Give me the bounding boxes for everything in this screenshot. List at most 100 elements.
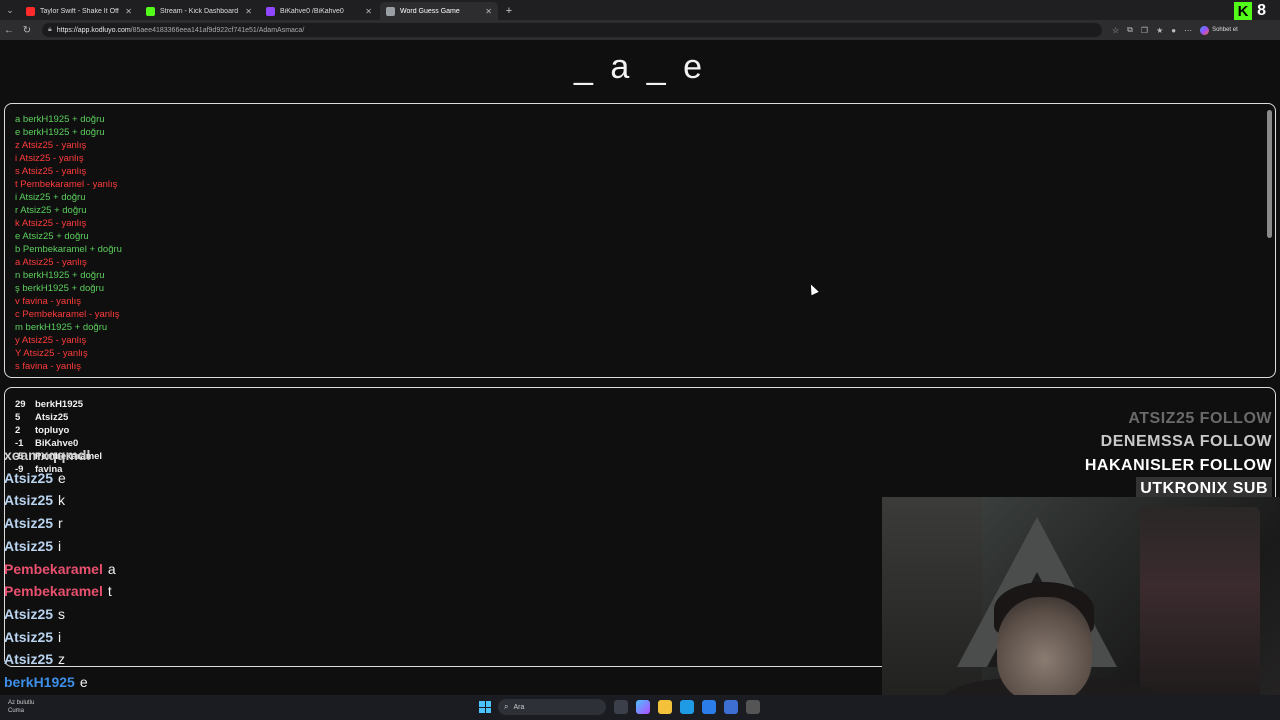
- browser-tab-label: Taylor Swift - Shake It Off - Yo: [40, 7, 121, 15]
- more-menu-icon[interactable]: ⋯: [1184, 26, 1192, 35]
- tab-close-icon[interactable]: ✕: [125, 7, 132, 16]
- twitch-icon: [266, 6, 275, 16]
- search-icon: ⌕: [504, 702, 509, 711]
- obs-icon[interactable]: [746, 700, 760, 714]
- chat-text: e: [79, 674, 88, 691]
- copilot-icon: [1200, 25, 1210, 35]
- guess-log-entry: i Atsiz25 - yanlış: [15, 153, 84, 164]
- guess-log-entry: z Atsiz25 - yanlış: [15, 140, 87, 151]
- guess-log-entry: y Atsiz25 - yanlış: [15, 335, 87, 346]
- url-field[interactable]: 🔒︎ https://app.kodluyo.com /85aee4183366…: [42, 23, 1102, 37]
- chat-text: a: [107, 560, 116, 577]
- chat-text: k: [58, 492, 66, 509]
- score-row: 5 Atsiz25: [15, 411, 102, 424]
- guess-log-entry: r Atsiz25 + doğru: [15, 205, 87, 216]
- webcam-feed: [882, 497, 1280, 720]
- tab-list-menu-icon[interactable]: ⌄: [0, 0, 20, 20]
- copilot-chat-button[interactable]: Sohbet et: [1200, 25, 1238, 35]
- weather-widget[interactable]: Az bulutlu Cuma: [8, 699, 34, 715]
- kick-badge: K 8: [1234, 2, 1266, 20]
- file-explorer-icon[interactable]: [658, 700, 672, 714]
- guess-log-entry: n berkH1925 + doğru: [15, 270, 105, 281]
- windows-taskbar: Az bulutlu Cuma ⌕ Ara: [0, 695, 1280, 720]
- new-tab-button[interactable]: +: [500, 2, 518, 20]
- chat-username: Atsiz25: [4, 515, 54, 532]
- chat-message: Atsiz25 i: [4, 626, 116, 649]
- browser-tab[interactable]: Word Guess Game ✕: [380, 2, 498, 20]
- guess-log-entry: Y Atsiz25 - yanlış: [15, 348, 88, 359]
- address-toolbar: ← ↻ 🔒︎ https://app.kodluyo.com /85aee418…: [0, 20, 1280, 40]
- score-points: 29: [15, 399, 26, 410]
- guess-log-entry: e Atsiz25 + doğru: [15, 231, 89, 242]
- globe-icon: [386, 6, 395, 16]
- guess-log-entry: m berkH1925 + doğru: [15, 322, 108, 333]
- chat-username: xoamxqqmdl: [4, 447, 91, 463]
- chat-username: Atsiz25: [4, 492, 54, 509]
- guess-log-entry: c Pembekaramel - yanlış: [15, 309, 120, 320]
- chat-username: Atsiz25: [4, 537, 54, 554]
- browser-tab[interactable]: Stream - Kick Dashboard ✕: [140, 2, 258, 20]
- score-player-name: berkH1925: [35, 399, 84, 410]
- stream-alert: HAKANISLER FOLLOW: [1084, 456, 1272, 474]
- browser-tab-label: Stream - Kick Dashboard: [160, 7, 239, 15]
- browser-tab-strip: ⌄ Taylor Swift - Shake It Off - Yo✕Strea…: [0, 0, 1280, 20]
- score-player-name: topluyo: [35, 425, 70, 436]
- guess-log-entry: v favina - yanlış: [15, 296, 81, 307]
- chat-message: Atsiz25 z: [4, 648, 116, 671]
- chat-text: z: [58, 651, 66, 668]
- chat-message: berkH1925 e: [4, 671, 116, 694]
- lock-icon: 🔒︎: [48, 26, 52, 33]
- chat-text: i: [58, 628, 62, 645]
- favorite-star-icon[interactable]: ☆: [1112, 26, 1119, 35]
- guess-log-scrollbar[interactable]: [1267, 110, 1272, 238]
- chat-text: r: [58, 515, 63, 532]
- back-button[interactable]: ←: [0, 25, 18, 36]
- reload-button[interactable]: ↻: [18, 25, 36, 36]
- profile-avatar[interactable]: ●: [1171, 26, 1176, 35]
- favorites-icon[interactable]: ★: [1156, 26, 1163, 35]
- store-icon[interactable]: [702, 700, 716, 714]
- chat-message: Pembekaramel t: [4, 580, 116, 603]
- chat-text: i: [58, 537, 62, 554]
- browser-tab-label: BiKahve0 /BiKahve0: [280, 7, 344, 15]
- kick-logo-icon: K: [1234, 2, 1253, 20]
- taskbar-search[interactable]: ⌕ Ara: [498, 699, 606, 715]
- taskbar-search-label: Ara: [513, 703, 525, 711]
- browser-tab[interactable]: BiKahve0 /BiKahve0 ✕: [260, 2, 378, 20]
- chat-username: Atsiz25: [4, 651, 54, 668]
- chat-text: s: [58, 605, 66, 622]
- mail-icon[interactable]: [724, 700, 738, 714]
- tab-close-icon[interactable]: ✕: [485, 7, 492, 16]
- chat-username: Atsiz25: [4, 605, 54, 622]
- kick-count: 8: [1257, 2, 1266, 19]
- stream-alert: ATSIZ25 FOLLOW: [1128, 410, 1272, 427]
- start-button[interactable]: [479, 701, 491, 713]
- chat-message: Atsiz25 r: [4, 512, 116, 535]
- task-view-icon[interactable]: [614, 700, 628, 714]
- tab-close-icon[interactable]: ✕: [365, 7, 372, 16]
- chat-username: Pembekaramel: [4, 560, 103, 577]
- guess-log-entry: ş berkH1925 + doğru: [15, 283, 104, 294]
- score-row: 2 topluyo: [15, 424, 102, 437]
- score-row: 29 berkH1925: [15, 398, 102, 411]
- browser-tab-label: Word Guess Game: [400, 7, 460, 15]
- chat-message: Pembekaramel a: [4, 558, 116, 581]
- extensions-icon[interactable]: ⧉: [1127, 25, 1133, 35]
- guess-log-entry: e berkH1925 + doğru: [15, 127, 105, 138]
- stream-alert: DENEMSSA FOLLOW: [1100, 433, 1272, 451]
- tab-close-icon[interactable]: ✕: [245, 7, 252, 16]
- word-pattern: _ a _ e: [574, 48, 706, 86]
- guess-log-entry: a berkH1925 + doğru: [15, 114, 105, 125]
- copilot-app-icon[interactable]: [636, 700, 650, 714]
- guess-log-entry: b Pembekaramel + doğru: [15, 244, 122, 255]
- kick-icon: [146, 6, 155, 16]
- chat-message: Atsiz25 k: [4, 489, 116, 512]
- chat-username: berkH1925: [4, 674, 75, 691]
- collections-icon[interactable]: ❐: [1141, 26, 1148, 35]
- chat-message: Atsiz25 s: [4, 603, 116, 626]
- browser-tab[interactable]: Taylor Swift - Shake It Off - Yo ✕: [20, 2, 138, 20]
- edge-browser-icon[interactable]: [680, 700, 694, 714]
- weather-condition: Az bulutlu: [8, 700, 35, 706]
- url-path: /85aee4183366eea141af9d922cf741e51/AdamA…: [130, 26, 305, 34]
- copilot-chat-label: Sohbet et: [1212, 27, 1238, 33]
